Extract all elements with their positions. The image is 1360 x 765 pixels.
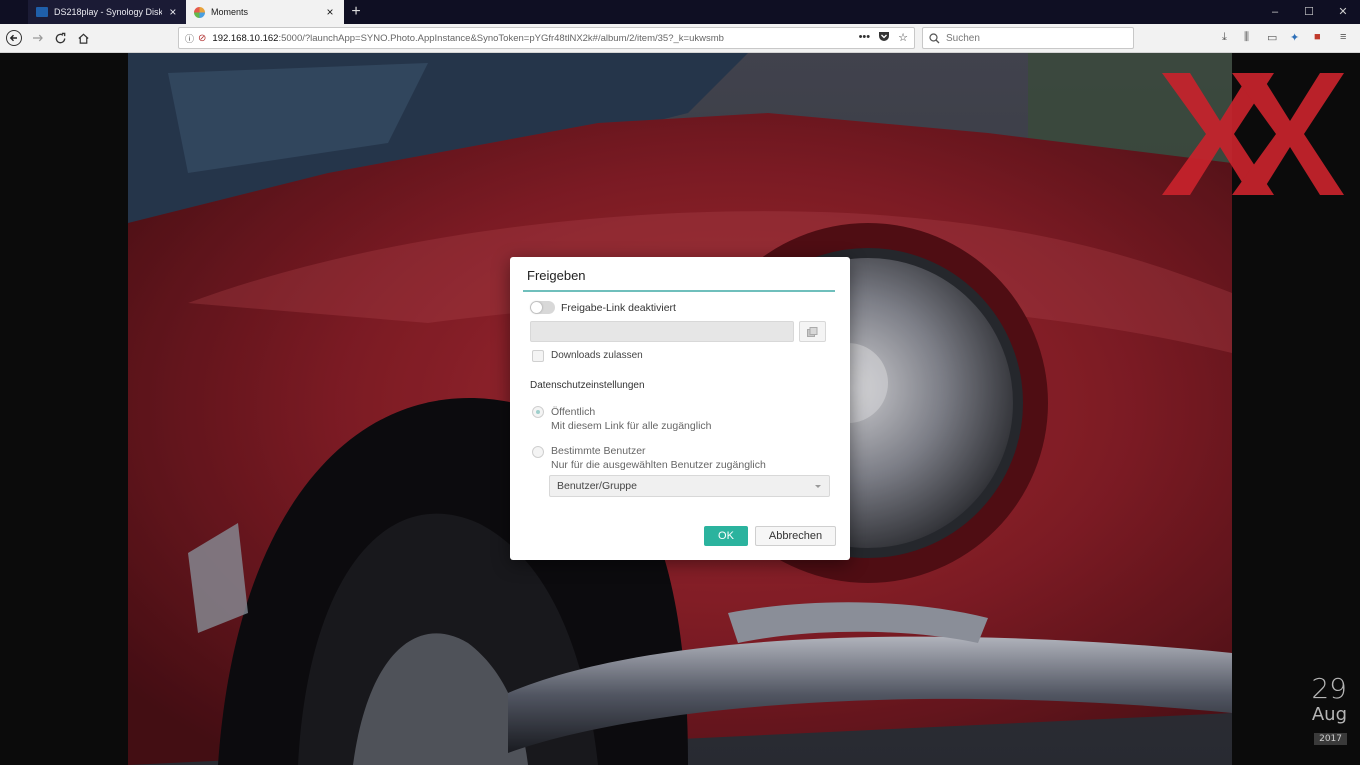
synology-favicon-icon	[36, 7, 48, 17]
option-users-title: Bestimmte Benutzer	[551, 445, 646, 457]
home-icon	[77, 33, 89, 44]
option-public-title: Öffentlich	[551, 406, 596, 418]
forward-button[interactable]	[28, 28, 48, 48]
minimize-button[interactable]: –	[1258, 0, 1292, 24]
ok-button[interactable]: OK	[704, 526, 748, 546]
search-box[interactable]: Suchen	[922, 27, 1134, 49]
close-window-button[interactable]: ✕	[1326, 0, 1360, 24]
close-tab-icon[interactable]: ×	[324, 6, 336, 18]
url-host: 192.168.10.162	[212, 32, 279, 44]
share-dialog: Freigeben Freigabe-Link deaktiviert Down…	[510, 257, 850, 560]
tab-moments[interactable]: Moments ×	[186, 0, 344, 24]
search-placeholder: Suchen	[946, 32, 980, 44]
extension-icon[interactable]: ✦	[1290, 31, 1299, 44]
menu-icon[interactable]: ≡	[1340, 31, 1346, 43]
downloads-label: Downloads zulassen	[551, 350, 643, 361]
copy-link-button[interactable]	[799, 321, 826, 342]
new-tab-button[interactable]: +	[344, 0, 368, 24]
search-icon	[929, 32, 940, 43]
dialog-title: Freigeben	[527, 268, 586, 283]
date-badge: 29 Aug 2017	[1311, 674, 1347, 745]
close-tab-icon[interactable]: ×	[168, 6, 178, 18]
download-icon[interactable]: ⤓	[1222, 31, 1227, 44]
watermark-logo	[1162, 73, 1344, 195]
select-value: Benutzer/Gruppe	[557, 480, 637, 492]
tab-title: Moments	[211, 7, 249, 17]
page-actions-button[interactable]: •••	[859, 31, 871, 45]
url-path: :5000/?launchApp=SYNO.Photo.AppInstance&…	[278, 32, 724, 44]
share-link-field[interactable]	[530, 321, 794, 342]
window-controls: – ☐ ✕	[1258, 0, 1360, 24]
downloads-checkbox[interactable]	[532, 350, 544, 362]
date-day: 29	[1311, 672, 1347, 705]
tab-title: DS218play - Synology DiskStati	[54, 7, 162, 17]
sidebar-icon[interactable]: ▭	[1267, 31, 1277, 44]
copy-icon	[807, 326, 818, 337]
insecure-lock-icon: ⊘	[198, 32, 207, 44]
home-button[interactable]	[73, 28, 93, 48]
info-icon[interactable]: ⓘ	[185, 32, 194, 45]
browser-tab-bar: DS218play - Synology DiskStati × Moments…	[0, 0, 1360, 24]
radio-specific-users[interactable]	[532, 446, 544, 458]
pocket-icon[interactable]	[878, 31, 890, 45]
toggle-knob	[531, 302, 542, 313]
tab-diskstation[interactable]: DS218play - Synology DiskStati ×	[28, 0, 186, 24]
library-icon[interactable]: ⫼	[1244, 31, 1249, 44]
reload-button[interactable]	[50, 28, 70, 48]
cancel-button[interactable]: Abbrechen	[755, 526, 836, 546]
moments-favicon-icon	[194, 6, 205, 18]
maximize-button[interactable]: ☐	[1292, 0, 1326, 24]
chevron-down-icon	[815, 485, 821, 488]
user-group-select[interactable]: Benutzer/Gruppe	[549, 475, 830, 497]
privacy-heading: Datenschutzeinstellungen	[530, 380, 645, 391]
date-month: Aug	[1311, 704, 1347, 725]
radio-public[interactable]	[532, 406, 544, 418]
url-actions: ••• ☆	[859, 31, 908, 45]
share-link-toggle[interactable]	[530, 301, 555, 314]
share-link-label: Freigabe-Link deaktiviert	[561, 302, 676, 314]
url-bar[interactable]: ⓘ ⊘ 192.168.10.162:5000/?launchApp=SYNO.…	[178, 27, 915, 49]
option-public-desc: Mit diesem Link für alle zugänglich	[551, 420, 712, 432]
reload-icon	[55, 32, 65, 43]
addon-badge-icon[interactable]: ■	[1314, 31, 1321, 43]
back-button[interactable]	[4, 28, 24, 48]
browser-nav-bar: ⓘ ⊘ 192.168.10.162:5000/?launchApp=SYNO.…	[0, 24, 1360, 53]
date-year: 2017	[1314, 733, 1347, 745]
title-divider	[523, 290, 835, 292]
arrow-left-icon	[6, 30, 22, 46]
arrow-right-icon	[33, 34, 43, 42]
star-icon[interactable]: ☆	[898, 31, 908, 45]
option-users-desc: Nur für die ausgewählten Benutzer zugäng…	[551, 459, 766, 471]
